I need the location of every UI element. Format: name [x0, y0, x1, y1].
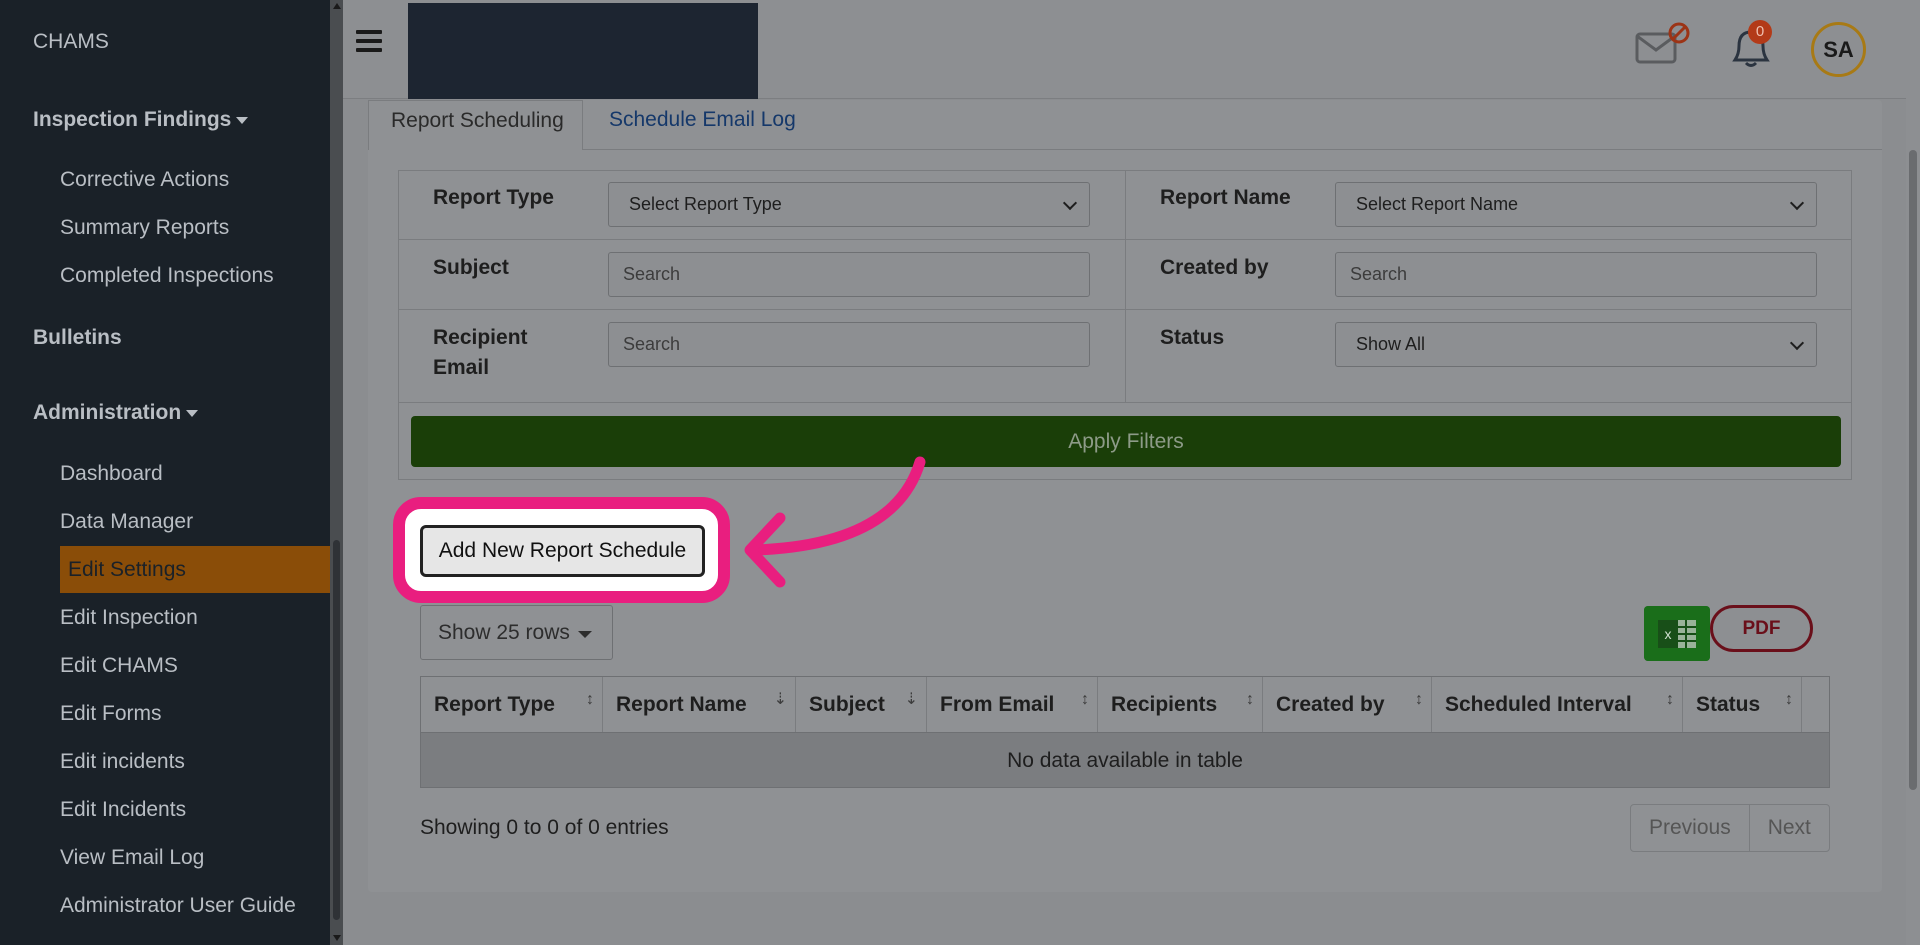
pointer-arrow-icon [744, 456, 926, 588]
sort-icon: ⇣ [904, 691, 918, 708]
sidebar: CHAMS Inspection Findings Corrective Act… [0, 0, 330, 945]
sidebar-item-edit-settings[interactable]: Edit Settings [60, 546, 330, 593]
mail-blocked-icon[interactable] [1633, 22, 1693, 66]
caret-down-icon [186, 409, 199, 417]
tab-report-scheduling[interactable]: Report Scheduling [368, 100, 583, 150]
column-label: Recipients [1111, 693, 1218, 716]
sort-icon: ↕ [1246, 691, 1254, 708]
subject-search-input[interactable]: Search [608, 252, 1090, 297]
sidebar-item-corrective-actions[interactable]: Corrective Actions [60, 156, 229, 203]
column-label: Created by [1276, 693, 1385, 716]
report-name-label: Report Name [1160, 186, 1291, 209]
column-header-report-name[interactable]: Report Name ⇣ [603, 677, 796, 732]
caret-down-icon [578, 631, 592, 638]
column-header-recipients[interactable]: Recipients ↕ [1098, 677, 1263, 732]
sort-icon: ⇣ [773, 691, 787, 708]
subject-label: Subject [433, 256, 509, 279]
sort-icon: ↕ [586, 691, 594, 708]
sidebar-item-edit-forms[interactable]: Edit Forms [60, 690, 162, 737]
sidebar-item-dashboard[interactable]: Dashboard [60, 450, 163, 497]
sidebar-item-view-email-log[interactable]: View Email Log [60, 834, 204, 881]
sidebar-scrollbar-thumb[interactable] [333, 540, 340, 920]
scroll-down-arrow-icon[interactable] [333, 935, 341, 941]
sidebar-item-edit-incidents-lower[interactable]: Edit incidents [60, 738, 185, 785]
recipient-email-search-input[interactable]: Search [608, 322, 1090, 367]
column-label: From Email [940, 693, 1055, 716]
apply-filters-button[interactable]: Apply Filters [411, 416, 1841, 467]
sidebar-item-administrator-user-guide[interactable]: Administrator User Guide [60, 882, 296, 929]
created-by-label: Created by [1160, 256, 1269, 279]
column-label: Report Name [616, 693, 747, 716]
next-page-button[interactable]: Next [1750, 805, 1829, 851]
sort-icon: ↕ [1415, 691, 1423, 708]
column-header-subject[interactable]: Subject ⇣ [796, 677, 927, 732]
sidebar-item-edit-chams[interactable]: Edit CHAMS [60, 642, 178, 689]
section-label: Administration [33, 401, 182, 424]
sidebar-item-data-manager[interactable]: Data Manager [60, 498, 193, 545]
sidebar-item-edit-incidents[interactable]: Edit Incidents [60, 786, 186, 833]
scroll-up-arrow-icon[interactable] [333, 3, 341, 9]
report-name-select[interactable]: Select Report Name [1335, 182, 1817, 227]
column-label: Subject [809, 693, 885, 716]
sidebar-item-edit-inspection[interactable]: Edit Inspection [60, 594, 198, 641]
section-label: Inspection Findings [33, 108, 232, 131]
column-label: Report Type [434, 693, 555, 716]
logo [408, 3, 758, 99]
filter-divider [1125, 170, 1126, 402]
caret-down-icon [236, 116, 249, 124]
sidebar-item-summary-reports[interactable]: Summary Reports [60, 204, 229, 251]
hamburger-menu-icon[interactable] [356, 30, 382, 56]
report-type-select[interactable]: Select Report Type [608, 182, 1090, 227]
column-header-from-email[interactable]: From Email ↕ [927, 677, 1098, 732]
column-header-created-by[interactable]: Created by ↕ [1263, 677, 1432, 732]
status-label: Status [1160, 326, 1225, 349]
tab-divider [583, 149, 1882, 150]
sort-icon: ↕ [1785, 691, 1793, 708]
recipient-email-label: Recipient Email [433, 323, 528, 383]
sort-icon: ↕ [1081, 691, 1089, 708]
page-scrollbar-thumb[interactable] [1909, 150, 1917, 790]
report-schedule-table: Report Type ↕ Report Name ⇣ Subject ⇣ From … [420, 676, 1830, 788]
brand-label[interactable]: CHAMS [33, 30, 109, 54]
column-label: Scheduled Interval [1445, 693, 1632, 716]
report-type-label: Report Type [433, 186, 554, 209]
show-rows-label: Show 25 rows [438, 621, 570, 644]
pdf-export-button[interactable]: PDF [1710, 605, 1813, 652]
sidebar-section-inspection-findings[interactable]: Inspection Findings [33, 108, 249, 132]
svg-text:x: x [1665, 626, 1672, 642]
sort-icon: ↕ [1666, 691, 1674, 708]
top-header: 0 SA [343, 0, 1920, 99]
previous-page-button[interactable]: Previous [1631, 805, 1750, 851]
column-header-report-type[interactable]: Report Type ↕ [421, 677, 603, 732]
column-header-status[interactable]: Status ↕ [1683, 677, 1802, 732]
column-header-scheduled-interval[interactable]: Scheduled Interval ↕ [1432, 677, 1683, 732]
excel-export-icon[interactable]: x [1644, 606, 1710, 661]
add-new-report-schedule-button[interactable]: Add New Report Schedule [420, 525, 705, 577]
label-line: Recipient [433, 326, 528, 349]
column-label: Status [1696, 693, 1761, 716]
sidebar-section-administration[interactable]: Administration [33, 401, 199, 425]
tab-schedule-email-log[interactable]: Schedule Email Log [587, 100, 818, 150]
notification-badge: 0 [1748, 20, 1772, 44]
created-by-search-input[interactable]: Search [1335, 252, 1817, 297]
entries-info: Showing 0 to 0 of 0 entries [420, 816, 669, 839]
show-rows-dropdown[interactable]: Show 25 rows [420, 605, 613, 660]
sidebar-section-bulletins[interactable]: Bulletins [33, 326, 122, 350]
status-select[interactable]: Show All [1335, 322, 1817, 367]
avatar[interactable]: SA [1811, 22, 1866, 77]
table-empty-row: No data available in table [421, 732, 1829, 787]
sidebar-item-completed-inspections[interactable]: Completed Inspections [60, 252, 274, 299]
filter-divider [398, 402, 1852, 403]
pagination: Previous Next [1630, 804, 1830, 852]
label-line: Email [433, 356, 490, 379]
